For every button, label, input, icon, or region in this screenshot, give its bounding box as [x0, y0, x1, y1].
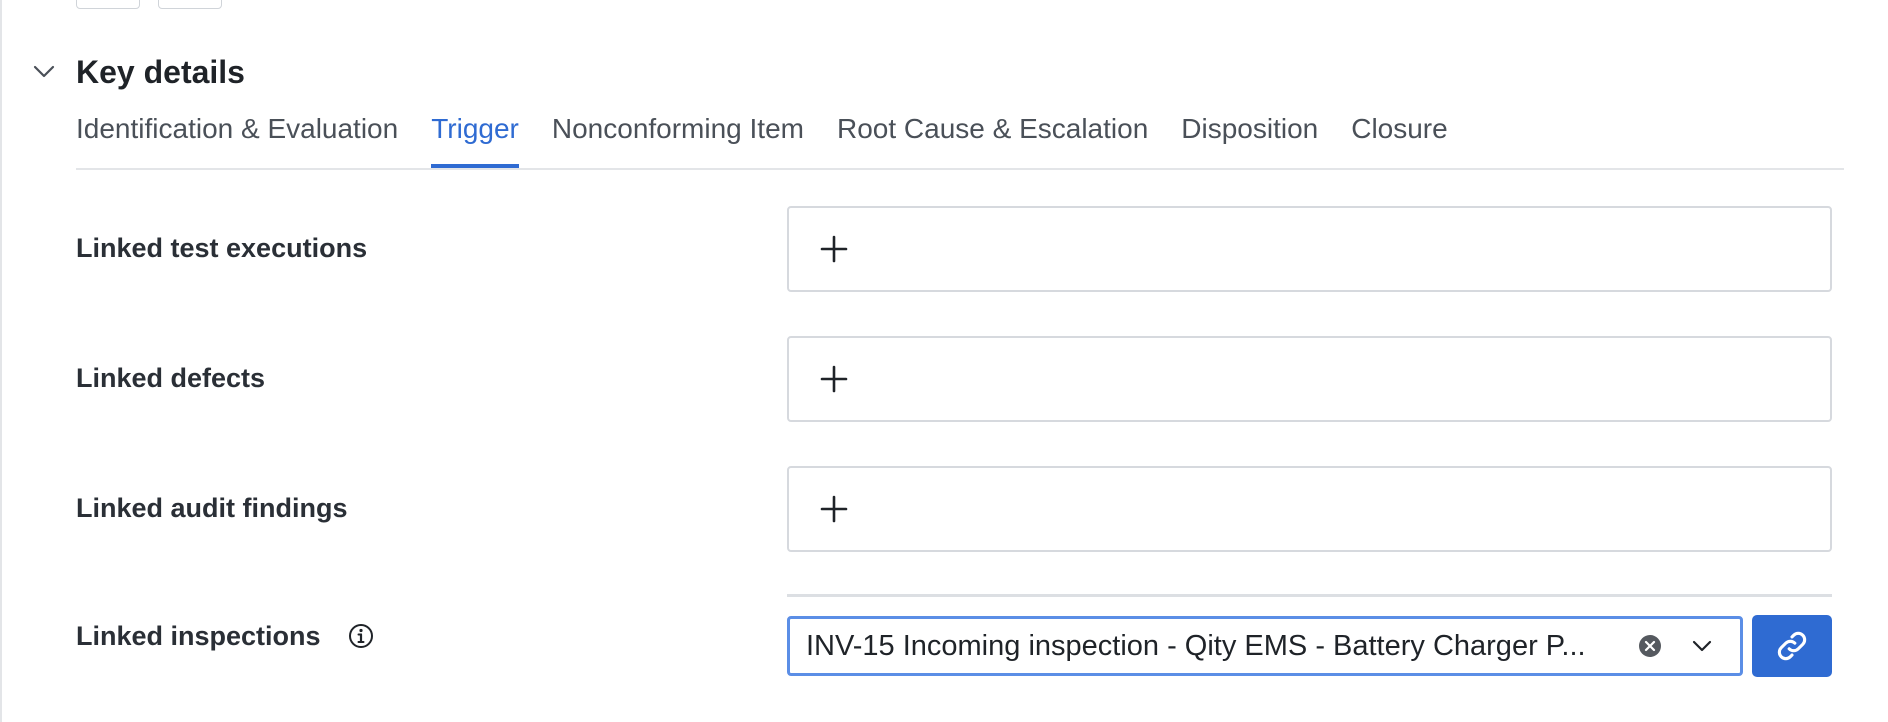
link-icon	[1777, 631, 1807, 661]
tab-nonconforming-item[interactable]: Nonconforming Item	[552, 114, 804, 156]
field-label-text: Linked test executions	[76, 233, 368, 263]
add-defect-button[interactable]	[819, 364, 849, 394]
plus-icon	[820, 495, 848, 523]
chevron-down-icon[interactable]	[32, 60, 56, 84]
info-icon[interactable]	[347, 622, 375, 650]
tab-disposition[interactable]: Disposition	[1181, 114, 1318, 156]
tab-trigger[interactable]: Trigger	[431, 114, 519, 168]
linked-audit-findings-field	[787, 466, 1832, 552]
add-test-execution-button[interactable]	[819, 234, 849, 264]
chevron-down-icon[interactable]	[1690, 634, 1714, 658]
toolbar-button-partial[interactable]	[158, 0, 222, 9]
field-divider	[787, 594, 1832, 597]
field-label-text: Linked defects	[76, 363, 266, 393]
tab-identification-evaluation[interactable]: Identification & Evaluation	[76, 114, 398, 156]
linked-inspections-label: Linked inspections	[76, 620, 375, 652]
clear-icon[interactable]	[1638, 634, 1662, 658]
linked-test-executions-field	[787, 206, 1832, 292]
plus-icon	[820, 235, 848, 263]
toolbar-button-partial[interactable]	[76, 0, 140, 9]
linked-inspections-select[interactable]: INV-15 Incoming inspection - Qity EMS - …	[787, 616, 1743, 676]
plus-icon	[820, 365, 848, 393]
linked-defects-field	[787, 336, 1832, 422]
section-title: Key details	[76, 54, 245, 90]
field-label-text: Linked audit findings	[76, 493, 348, 523]
add-audit-finding-button[interactable]	[819, 494, 849, 524]
field-label-text: Linked inspections	[76, 621, 321, 651]
selected-inspection-value: INV-15 Incoming inspection - Qity EMS - …	[806, 630, 1586, 662]
key-details-panel: Key details Identification & Evaluation …	[0, 0, 1888, 722]
linked-audit-findings-label: Linked audit findings	[76, 492, 348, 524]
tab-bar: Identification & Evaluation Trigger Nonc…	[76, 114, 1844, 170]
tab-closure[interactable]: Closure	[1351, 114, 1447, 156]
linked-test-executions-label: Linked test executions	[76, 232, 367, 264]
linked-defects-label: Linked defects	[76, 362, 265, 394]
tab-root-cause-escalation[interactable]: Root Cause & Escalation	[837, 114, 1148, 156]
link-inspection-button[interactable]	[1752, 615, 1832, 677]
